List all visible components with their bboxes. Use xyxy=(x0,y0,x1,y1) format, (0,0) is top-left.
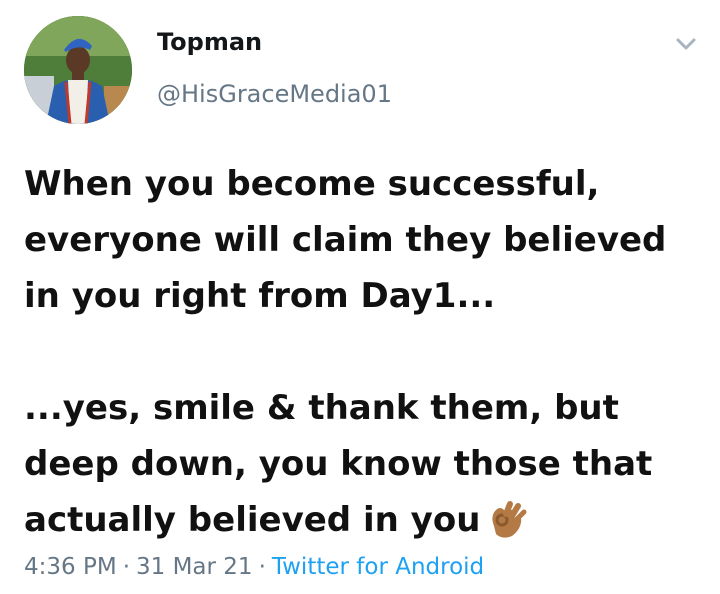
chevron-down-icon[interactable] xyxy=(672,32,700,56)
meta-separator-2: · xyxy=(258,554,266,580)
tweet-meta: 4:36 PM · 31 Mar 21 · Twitter for Android xyxy=(24,554,484,580)
tweet-paragraph-2-text: ...yes, smile & thank them, but deep dow… xyxy=(24,388,653,540)
author-name[interactable]: Topman xyxy=(157,28,262,56)
tweet-paragraph-2: ...yes, smile & thank them, but deep dow… xyxy=(24,380,696,548)
tweet-text: When you become successful, everyone wil… xyxy=(24,156,696,548)
tweet-source-link[interactable]: Twitter for Android xyxy=(272,554,484,580)
avatar[interactable] xyxy=(24,16,132,124)
tweet-time[interactable]: 4:36 PM xyxy=(24,554,117,580)
tweet-card: Topman @HisGraceMedia01 When you become … xyxy=(0,0,720,594)
avatar-image xyxy=(24,16,132,124)
tweet-date[interactable]: 31 Mar 21 xyxy=(136,554,253,580)
ok-hand-emoji-icon xyxy=(484,496,528,540)
author-handle[interactable]: @HisGraceMedia01 xyxy=(157,80,392,108)
tweet-paragraph-1: When you become successful, everyone wil… xyxy=(24,164,667,316)
meta-separator: · xyxy=(122,554,130,580)
